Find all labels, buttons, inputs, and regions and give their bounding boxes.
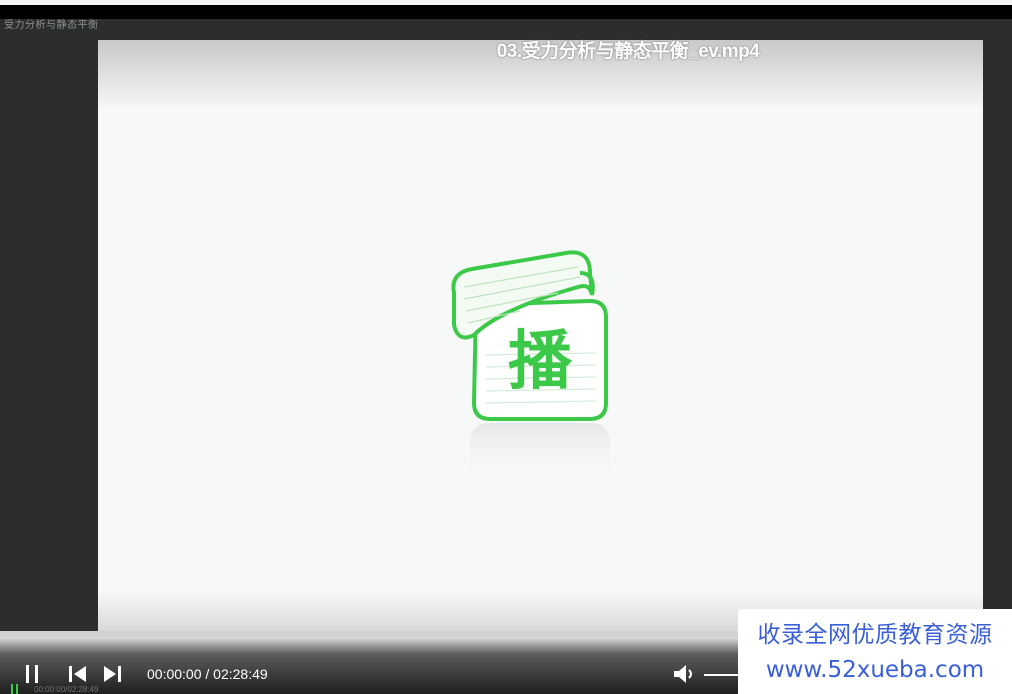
video-filename: 03.受力分析与静态平衡_ev.mp4 [496,41,760,62]
title-strip [0,5,1012,19]
window-title: 受力分析与静态平衡 [4,20,99,31]
volume-icon[interactable] [672,662,698,686]
skip-forward-icon[interactable] [100,663,124,685]
mini-pause-icon [11,684,19,694]
watermark-banner: 收录全网优质教育资源 www.52xueba.com [738,609,1012,694]
mini-time-display: 00:00:00/02:28:49 [34,685,99,694]
time-display: 00:00:00 / 02:28:49 [147,666,268,682]
skip-back-icon[interactable] [66,663,90,685]
logo-character: 播 [508,325,572,399]
pause-icon [35,665,38,683]
pause-icon [26,665,29,683]
pause-button[interactable] [22,663,42,685]
watermark-slogan: 收录全网优质教育资源 [757,622,993,648]
watermark-url: www.52xueba.com [765,657,985,683]
